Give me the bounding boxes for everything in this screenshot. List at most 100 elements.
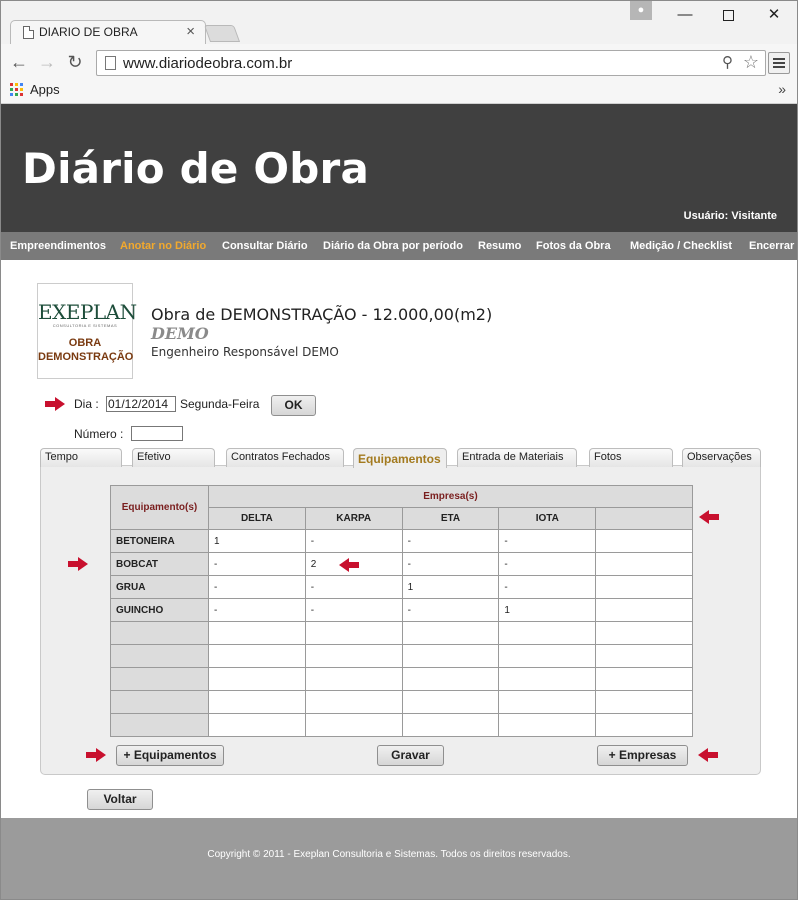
quantity-cell[interactable] (304, 713, 403, 737)
quantity-cell[interactable]: - (498, 575, 597, 599)
reload-icon[interactable]: ↻ (64, 51, 86, 73)
tab-fotos[interactable]: Fotos (589, 448, 673, 467)
nav-diario-por-periodo[interactable]: Diário da Obra por período (323, 240, 463, 252)
column-header: ETA (401, 507, 500, 530)
nav-encerrar[interactable]: Encerrar (749, 240, 794, 252)
quantity-cell[interactable]: 1 (207, 529, 306, 553)
red-arrow-icon (698, 509, 720, 525)
browser-menu-button[interactable] (768, 52, 790, 74)
add-equipment-button[interactable]: + Equipamentos (116, 745, 224, 766)
quantity-cell[interactable] (595, 713, 693, 737)
quantity-cell[interactable]: - (207, 552, 306, 576)
quantity-cell[interactable] (401, 644, 500, 668)
bookmarks-overflow-icon[interactable]: » (778, 81, 786, 97)
nav-empreendimentos[interactable]: Empreendimentos (10, 240, 106, 252)
quantity-cell[interactable] (498, 690, 597, 714)
profile-icon[interactable]: ● (630, 0, 652, 20)
quantity-cell[interactable] (401, 690, 500, 714)
quantity-cell[interactable]: - (207, 575, 306, 599)
quantity-cell[interactable] (595, 552, 693, 576)
quantity-cell[interactable]: - (401, 529, 500, 553)
minimize-button[interactable]: — (665, 2, 705, 28)
address-bar[interactable]: www.diariodeobra.com.br ⚲ ☆ (96, 50, 766, 76)
close-window-button[interactable]: ✕ (754, 2, 794, 28)
quantity-cell[interactable] (498, 713, 597, 737)
maximize-button[interactable] (708, 2, 748, 28)
nav-fotos-da-obra[interactable]: Fotos da Obra (536, 240, 611, 252)
table-row (110, 644, 693, 668)
tab-close-icon[interactable]: × (186, 23, 195, 40)
dia-input[interactable]: 01/12/2014 (106, 396, 176, 412)
bookmark-star-icon[interactable]: ☆ (743, 52, 759, 73)
nav-anotar-no-diario[interactable]: Anotar no Diário (120, 240, 206, 252)
quantity-cell[interactable]: - (304, 529, 403, 553)
quantity-cell[interactable] (595, 598, 693, 622)
nav-medicao-checklist[interactable]: Medição / Checklist (630, 240, 732, 252)
quantity-cell[interactable]: 1 (401, 575, 500, 599)
apps-grid-icon[interactable] (10, 83, 23, 96)
quantity-cell[interactable]: - (304, 575, 403, 599)
quantity-cell[interactable] (498, 621, 597, 645)
red-arrow-icon (44, 396, 66, 412)
tab-equipamentos[interactable]: Equipamentos (353, 448, 447, 468)
column-header: KARPA (304, 507, 403, 530)
quantity-cell[interactable] (595, 529, 693, 553)
equipment-name: BETONEIRA (110, 529, 209, 553)
browser-toolbar: ← → ↻ www.diariodeobra.com.br ⚲ ☆ (0, 44, 798, 80)
save-button[interactable]: Gravar (377, 745, 444, 766)
browser-tab[interactable]: DIARIO DE OBRA × (10, 20, 206, 44)
quantity-cell[interactable] (207, 621, 306, 645)
quantity-cell[interactable]: - (207, 598, 306, 622)
browser-titlebar: DIARIO DE OBRA × ● — ✕ (0, 0, 798, 44)
quantity-cell[interactable] (401, 621, 500, 645)
equipment-name (110, 667, 209, 691)
numero-input[interactable] (131, 426, 183, 441)
quantity-cell[interactable] (304, 667, 403, 691)
quantity-cell[interactable] (595, 690, 693, 714)
nav-resumo[interactable]: Resumo (478, 240, 521, 252)
tab-entrada-de-materiais[interactable]: Entrada de Materiais (457, 448, 577, 467)
key-icon[interactable]: ⚲ (722, 53, 733, 71)
quantity-cell[interactable]: - (401, 552, 500, 576)
quantity-cell[interactable] (207, 644, 306, 668)
quantity-cell[interactable] (595, 644, 693, 668)
company-logo: EXEPLAN CONSULTORIA E SISTEMAS OBRA DEMO… (37, 283, 137, 379)
quantity-cell[interactable]: - (498, 529, 597, 553)
table-row (110, 713, 693, 737)
quantity-cell[interactable] (595, 621, 693, 645)
nav-consultar-diario[interactable]: Consultar Diário (222, 240, 308, 252)
quantity-cell[interactable] (304, 621, 403, 645)
tab-contratos-fechados[interactable]: Contratos Fechados (226, 448, 344, 467)
new-tab-button[interactable] (203, 25, 241, 42)
quantity-cell[interactable] (595, 667, 693, 691)
apps-link[interactable]: Apps (30, 82, 60, 97)
quantity-cell[interactable]: - (401, 598, 500, 622)
tab-observacoes[interactable]: Observações (682, 448, 761, 467)
forward-arrow-icon[interactable]: → (36, 51, 58, 73)
tab-tempo[interactable]: Tempo (40, 448, 122, 467)
column-header (595, 507, 693, 530)
obra-title: Obra de DEMONSTRAÇÃO - 12.000,00(m2) (151, 305, 493, 324)
quantity-cell[interactable] (401, 667, 500, 691)
quantity-cell[interactable] (401, 713, 500, 737)
quantity-cell[interactable] (207, 690, 306, 714)
quantity-cell[interactable]: - (304, 598, 403, 622)
quantity-cell[interactable] (304, 690, 403, 714)
tab-efetivo[interactable]: Efetivo (132, 448, 215, 467)
quantity-cell[interactable] (304, 644, 403, 668)
quantity-cell[interactable] (207, 667, 306, 691)
quantity-cell[interactable] (498, 667, 597, 691)
ok-button[interactable]: OK (271, 395, 316, 416)
quantity-cell[interactable] (595, 575, 693, 599)
back-button[interactable]: Voltar (87, 789, 153, 810)
quantity-cell[interactable]: 1 (498, 598, 597, 622)
add-company-button[interactable]: + Empresas (597, 745, 688, 766)
back-arrow-icon[interactable]: ← (8, 51, 30, 73)
quantity-cell[interactable]: - (498, 552, 597, 576)
copyright-text: Copyright © 2011 - Exeplan Consultoria e… (207, 849, 571, 860)
table-row: BETONEIRA 1 - - - (110, 529, 693, 553)
site-footer: Copyright © 2011 - Exeplan Consultoria e… (1, 818, 797, 899)
red-arrow-icon (338, 557, 360, 573)
quantity-cell[interactable] (207, 713, 306, 737)
quantity-cell[interactable] (498, 644, 597, 668)
